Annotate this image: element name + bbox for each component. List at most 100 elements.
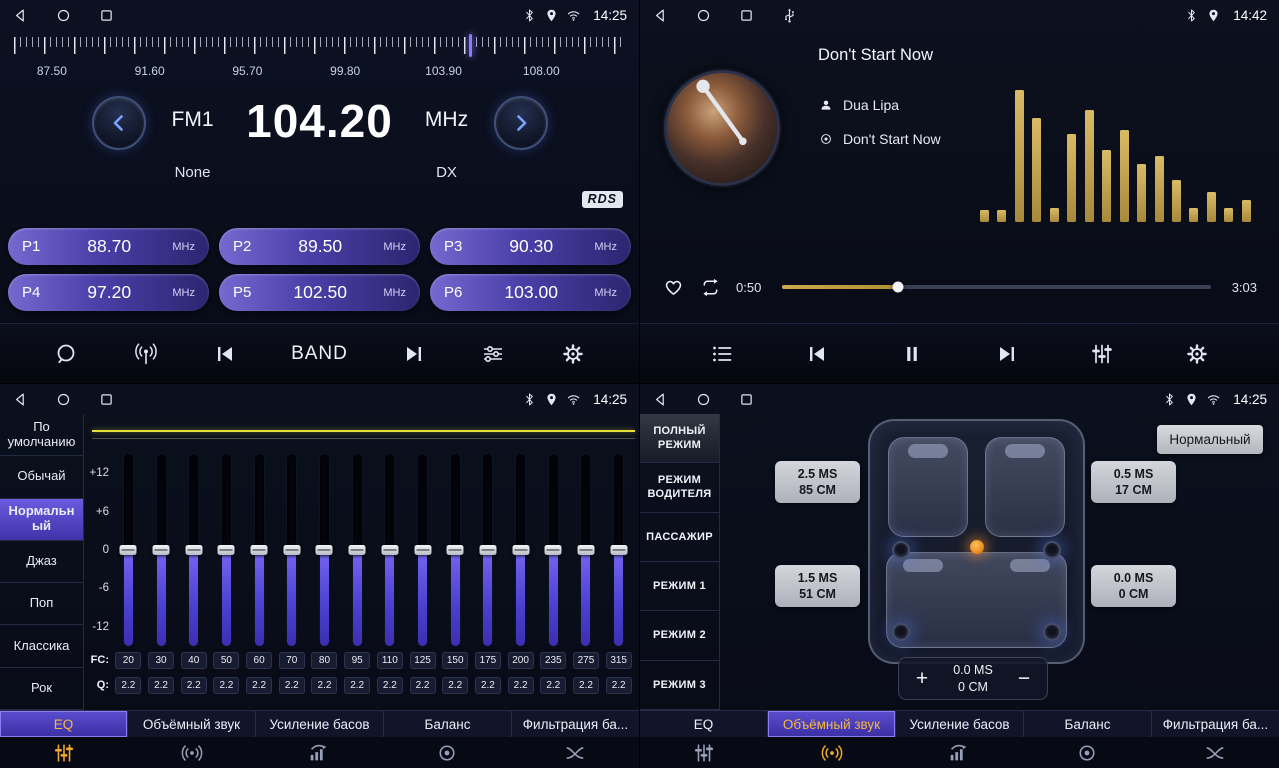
playlist-icon[interactable]: [709, 341, 735, 367]
tab-icon-eq[interactable]: [640, 741, 768, 765]
tab-icon-bass[interactable]: [896, 741, 1024, 765]
preset-button[interactable]: P4 97.20 MHz: [8, 274, 209, 311]
previous-icon[interactable]: [804, 341, 830, 367]
tune-down-button[interactable]: [92, 96, 146, 150]
delay-front-left[interactable]: 2.5 MS 85 CM: [775, 461, 860, 503]
audio-tab[interactable]: Усиление басов: [896, 711, 1024, 737]
audio-tab[interactable]: Фильтрация ба...: [1152, 711, 1279, 737]
next-icon[interactable]: [994, 341, 1020, 367]
audio-tab[interactable]: Объёмный звук: [128, 711, 256, 737]
tab-icon-balance[interactable]: [1023, 741, 1151, 765]
audio-tab[interactable]: Объёмный звук: [768, 711, 896, 737]
audio-tab[interactable]: Баланс: [1024, 711, 1152, 737]
mode-item[interactable]: РЕЖИМ 1: [640, 562, 719, 611]
audio-tab[interactable]: EQ: [0, 711, 128, 737]
eq-band-slider[interactable]: [177, 454, 210, 646]
mode-item[interactable]: РЕЖИМ ВОДИТЕЛЯ: [640, 463, 719, 512]
mode-item[interactable]: ПАССАЖИР: [640, 513, 719, 562]
seek-bar[interactable]: [782, 285, 1211, 289]
decrease-button[interactable]: −: [1009, 668, 1039, 689]
listening-position-dot[interactable]: [970, 540, 984, 554]
repeat-icon[interactable]: [699, 276, 722, 299]
speaker-rear-right[interactable]: [1043, 623, 1061, 641]
eq-preset-item[interactable]: Джаз: [0, 541, 83, 583]
eq-slider-knob[interactable]: [447, 545, 464, 555]
eq-slider-knob[interactable]: [512, 545, 529, 555]
eq-faders-icon[interactable]: [1089, 341, 1115, 367]
eq-band-slider[interactable]: [406, 454, 439, 646]
eq-preset-item[interactable]: Поп: [0, 583, 83, 625]
speaker-rear-left[interactable]: [892, 623, 910, 641]
progress-knob[interactable]: [892, 282, 903, 293]
preset-button[interactable]: P3 90.30 MHz: [430, 228, 631, 265]
tab-icon-surround[interactable]: [768, 741, 896, 765]
increase-button[interactable]: +: [907, 668, 937, 689]
back-icon[interactable]: [652, 7, 669, 24]
seat-front-right[interactable]: [985, 437, 1065, 537]
preset-button[interactable]: P1 88.70 MHz: [8, 228, 209, 265]
eq-slider-knob[interactable]: [349, 545, 366, 555]
back-icon[interactable]: [652, 391, 669, 408]
tab-icon-bass[interactable]: [256, 741, 384, 765]
tune-settings-icon[interactable]: [480, 341, 506, 367]
eq-slider-knob[interactable]: [414, 545, 431, 555]
eq-slider-knob[interactable]: [479, 545, 496, 555]
mode-item[interactable]: РЕЖИМ 2: [640, 611, 719, 660]
eq-band-slider[interactable]: [472, 454, 505, 646]
audio-tab[interactable]: Баланс: [384, 711, 512, 737]
eq-preset-item[interactable]: Классика: [0, 625, 83, 667]
speaker-front-left[interactable]: [892, 541, 910, 559]
recents-icon[interactable]: [738, 391, 755, 408]
eq-band-slider[interactable]: [537, 454, 570, 646]
recents-icon[interactable]: [738, 7, 755, 24]
eq-slider-knob[interactable]: [153, 545, 170, 555]
preset-button[interactable]: P2 89.50 MHz: [219, 228, 420, 265]
eq-preset-item[interactable]: Рок: [0, 668, 83, 710]
seat-rear-bench[interactable]: [886, 552, 1067, 648]
mode-item[interactable]: ПОЛНЫЙ РЕЖИМ: [640, 414, 719, 463]
eq-slider-knob[interactable]: [283, 545, 300, 555]
broadcast-icon[interactable]: [133, 341, 159, 367]
eq-preset-item[interactable]: Нормальный: [0, 499, 83, 541]
eq-slider-knob[interactable]: [610, 545, 627, 555]
eq-band-slider[interactable]: [243, 454, 276, 646]
speaker-front-right[interactable]: [1043, 541, 1061, 559]
next-icon[interactable]: [401, 341, 427, 367]
eq-slider-knob[interactable]: [120, 545, 137, 555]
eq-band-slider[interactable]: [112, 454, 145, 646]
eq-slider-knob[interactable]: [577, 545, 594, 555]
eq-band-slider[interactable]: [374, 454, 407, 646]
eq-band-slider[interactable]: [341, 454, 374, 646]
tab-icon-surround[interactable]: [128, 741, 256, 765]
eq-slider-knob[interactable]: [381, 545, 398, 555]
delay-rear-left[interactable]: 1.5 MS 51 CM: [775, 565, 860, 607]
recents-icon[interactable]: [98, 391, 115, 408]
home-icon[interactable]: [55, 7, 72, 24]
tab-icon-balance[interactable]: [383, 741, 511, 765]
eq-slider-knob[interactable]: [185, 545, 202, 555]
audio-tab[interactable]: EQ: [640, 711, 768, 737]
mode-item[interactable]: РЕЖИМ 3: [640, 661, 719, 710]
preset-normal-button[interactable]: Нормальный: [1157, 425, 1263, 454]
seat-front-left[interactable]: [888, 437, 968, 537]
previous-icon[interactable]: [212, 341, 238, 367]
eq-band-slider[interactable]: [504, 454, 537, 646]
frequency-scale[interactable]: 87.5091.6095.7099.80103.90108.00: [14, 34, 625, 86]
eq-band-slider[interactable]: [145, 454, 178, 646]
band-button[interactable]: BAND: [291, 343, 348, 365]
eq-slider-knob[interactable]: [251, 545, 268, 555]
settings-gear-icon[interactable]: [560, 341, 586, 367]
scan-icon[interactable]: [53, 341, 79, 367]
eq-band-slider[interactable]: [602, 454, 635, 646]
recents-icon[interactable]: [98, 7, 115, 24]
home-icon[interactable]: [55, 391, 72, 408]
favorite-icon[interactable]: [662, 276, 685, 299]
audio-tab[interactable]: Усиление басов: [256, 711, 384, 737]
settings-gear-icon[interactable]: [1184, 341, 1210, 367]
tab-icon-eq[interactable]: [0, 741, 128, 765]
eq-slider-knob[interactable]: [545, 545, 562, 555]
tab-icon-filter[interactable]: [1151, 741, 1279, 765]
tab-icon-filter[interactable]: [511, 741, 639, 765]
tune-up-button[interactable]: [494, 96, 548, 150]
home-icon[interactable]: [695, 391, 712, 408]
